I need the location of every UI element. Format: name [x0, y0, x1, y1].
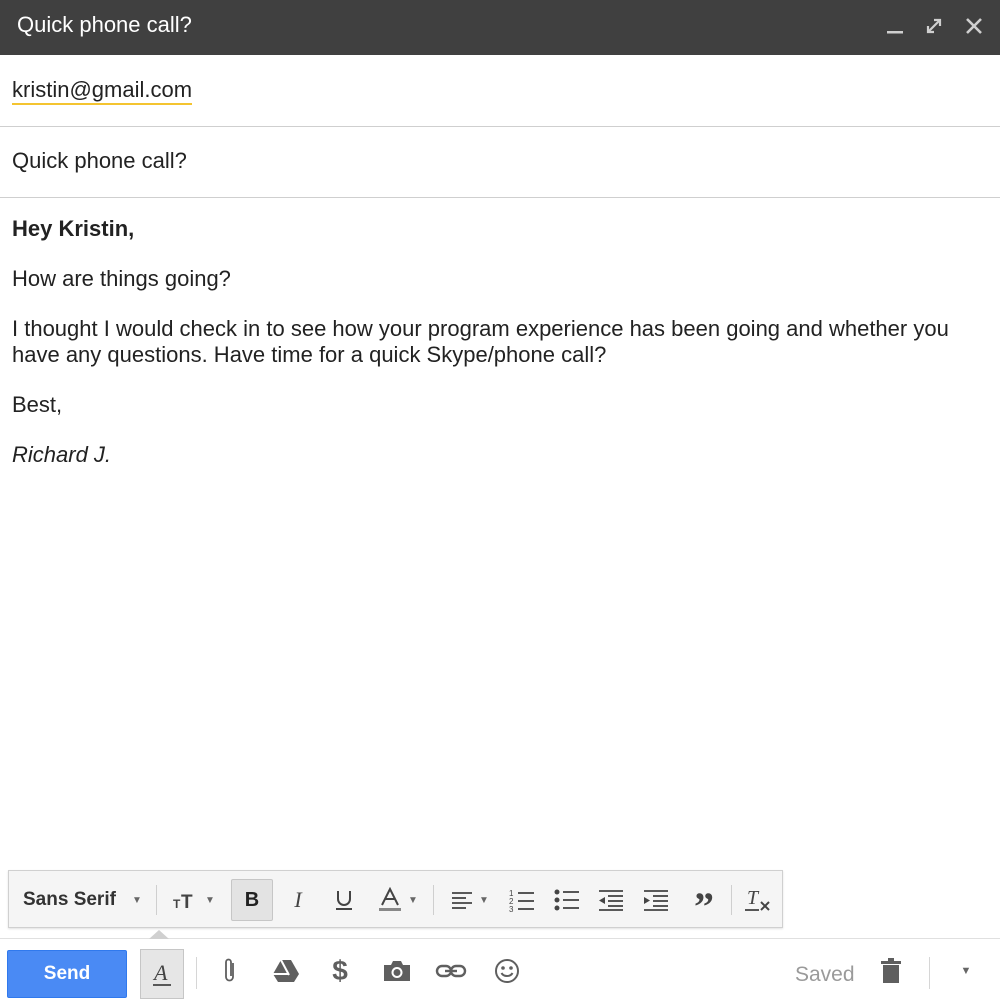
compose-bottom-bar: Send A $ Saved ▼ — [0, 930, 1000, 1000]
chevron-down-icon: ▼ — [408, 894, 418, 906]
italic-icon[interactable]: I — [283, 871, 313, 929]
message-body[interactable]: Hey Kristin, How are things going? I tho… — [12, 216, 982, 468]
body-line: I thought I would check in to see how yo… — [12, 316, 949, 341]
chevron-down-icon: ▼ — [205, 894, 215, 906]
formatting-toolbar: Sans Serif ▼ TT ▼ B I ▼ ▼ 123 ” T — [8, 870, 783, 928]
close-icon[interactable] — [960, 12, 988, 40]
formatting-options-icon[interactable]: A — [140, 949, 184, 999]
photo-icon[interactable] — [379, 953, 415, 989]
link-icon[interactable] — [433, 953, 469, 989]
chevron-down-icon: ▼ — [131, 894, 142, 906]
svg-text:3: 3 — [509, 905, 514, 912]
compose-title: Quick phone call? — [17, 12, 192, 37]
svg-text:T: T — [173, 897, 181, 910]
greeting-line: Hey Kristin, — [12, 216, 135, 241]
subject-field[interactable]: Quick phone call? — [0, 127, 1000, 198]
align-icon[interactable]: ▼ — [445, 871, 495, 929]
font-family-label: Sans Serif — [23, 889, 116, 910]
toolbar-pointer — [149, 930, 169, 939]
text-color-icon[interactable]: ▼ — [373, 871, 423, 929]
body-line: How are things going? — [12, 266, 231, 291]
bold-icon[interactable]: B — [231, 879, 273, 921]
more-options-icon[interactable]: ▼ — [948, 953, 984, 989]
pop-out-icon[interactable] — [920, 12, 948, 40]
body-line: have any questions. Have time for a quic… — [12, 342, 607, 367]
quote-icon[interactable]: ” — [687, 871, 721, 929]
drive-icon[interactable] — [268, 953, 304, 989]
compose-titlebar[interactable]: Quick phone call? — [0, 0, 1000, 55]
send-button[interactable]: Send — [7, 950, 127, 998]
saved-status: Saved — [795, 963, 855, 986]
numbered-list-icon[interactable]: 123 — [505, 871, 539, 929]
trash-icon[interactable] — [873, 953, 909, 989]
closing-line: Best, — [12, 392, 63, 417]
indent-more-icon[interactable] — [639, 871, 673, 929]
svg-text:T: T — [747, 887, 760, 909]
to-field[interactable]: kristin@gmail.com — [0, 55, 1000, 127]
emoji-icon[interactable] — [489, 953, 525, 989]
text-size-icon[interactable]: TT ▼ — [169, 871, 219, 929]
money-icon[interactable]: $ — [322, 953, 358, 989]
minimize-icon[interactable] — [881, 12, 909, 40]
svg-text:A: A — [152, 960, 168, 985]
indent-less-icon[interactable] — [594, 871, 628, 929]
svg-text:T: T — [181, 892, 193, 910]
underline-icon[interactable] — [329, 871, 359, 929]
attach-icon[interactable] — [212, 953, 248, 989]
recipient-chip[interactable]: kristin@gmail.com — [12, 77, 193, 105]
signature: Richard J. — [12, 442, 112, 467]
subject-text[interactable]: Quick phone call? — [12, 148, 187, 174]
remove-formatting-icon[interactable]: T — [742, 871, 776, 929]
font-family-select[interactable]: Sans Serif ▼ — [23, 871, 142, 929]
chevron-down-icon: ▼ — [479, 894, 489, 906]
bulleted-list-icon[interactable] — [550, 871, 584, 929]
